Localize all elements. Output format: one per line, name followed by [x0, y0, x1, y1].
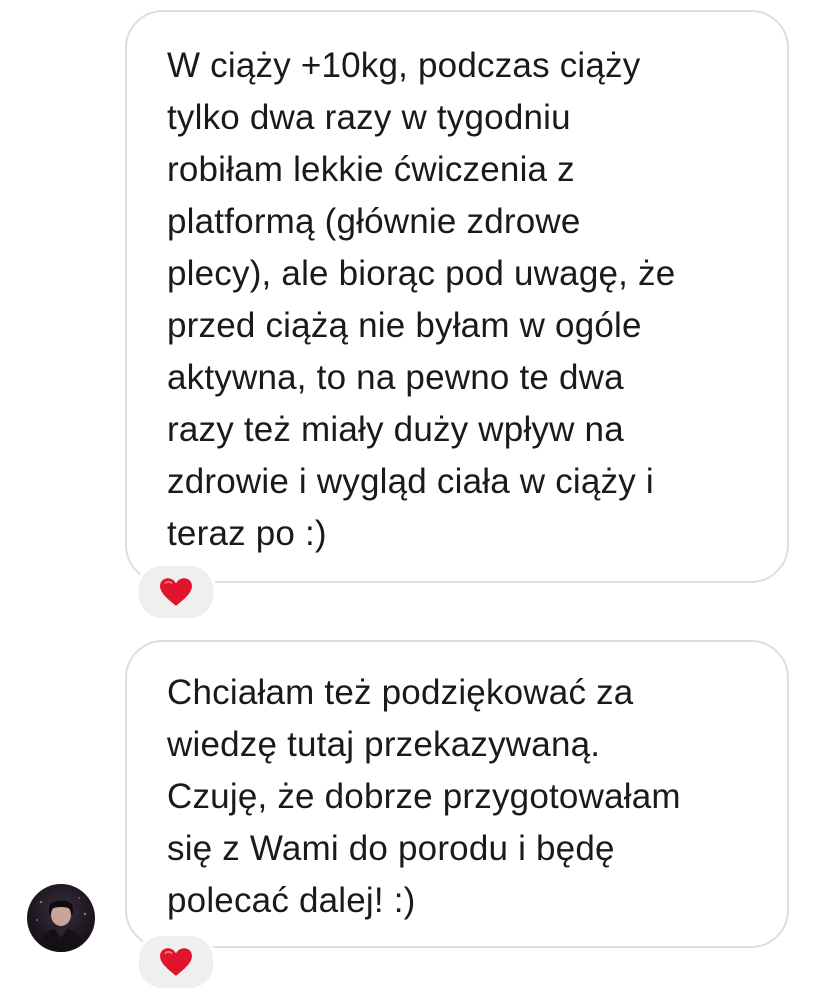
message-line: aktywna, to na pewno te dwa — [167, 358, 624, 397]
message-line: robiłam lekkie ćwiczenia z — [167, 150, 575, 189]
message-line: razy też miały duży wpływ na — [167, 410, 624, 449]
message-reaction-2[interactable] — [136, 933, 216, 991]
message-line: plecy), ale biorąc pod uwagę, że — [167, 254, 676, 293]
message-line: W ciąży +10kg, podczas ciąży — [167, 46, 641, 85]
user-avatar-icon — [36, 897, 87, 952]
message-line: platformą (głównie zdrowe — [167, 202, 581, 241]
message-line: wiedzę tutaj przekazywaną. — [167, 725, 601, 764]
message-line: tylko dwa razy w tygodniu — [167, 98, 571, 137]
sender-avatar[interactable] — [27, 884, 95, 952]
message-line: przed ciążą nie byłam w ogóle — [167, 306, 642, 345]
message-line: się z Wami do porodu i będę — [167, 829, 615, 868]
message-reaction-1[interactable] — [136, 563, 216, 621]
message-bubble-1[interactable]: W ciąży +10kg, podczas ciąży tylko dwa r… — [125, 10, 789, 583]
message-line: teraz po :) — [167, 514, 327, 553]
message-bubble-2[interactable]: Chciałam też podziękować za wiedzę tutaj… — [125, 640, 789, 948]
message-line: zdrowie i wygląd ciała w ciąży i — [167, 462, 654, 501]
message-line: Chciałam też podziękować za — [167, 673, 634, 712]
red-heart-icon — [160, 578, 192, 606]
message-line: Czuję, że dobrze przygotowałam — [167, 777, 681, 816]
red-heart-icon — [160, 948, 192, 976]
message-line: polecać dalej! :) — [167, 881, 416, 920]
